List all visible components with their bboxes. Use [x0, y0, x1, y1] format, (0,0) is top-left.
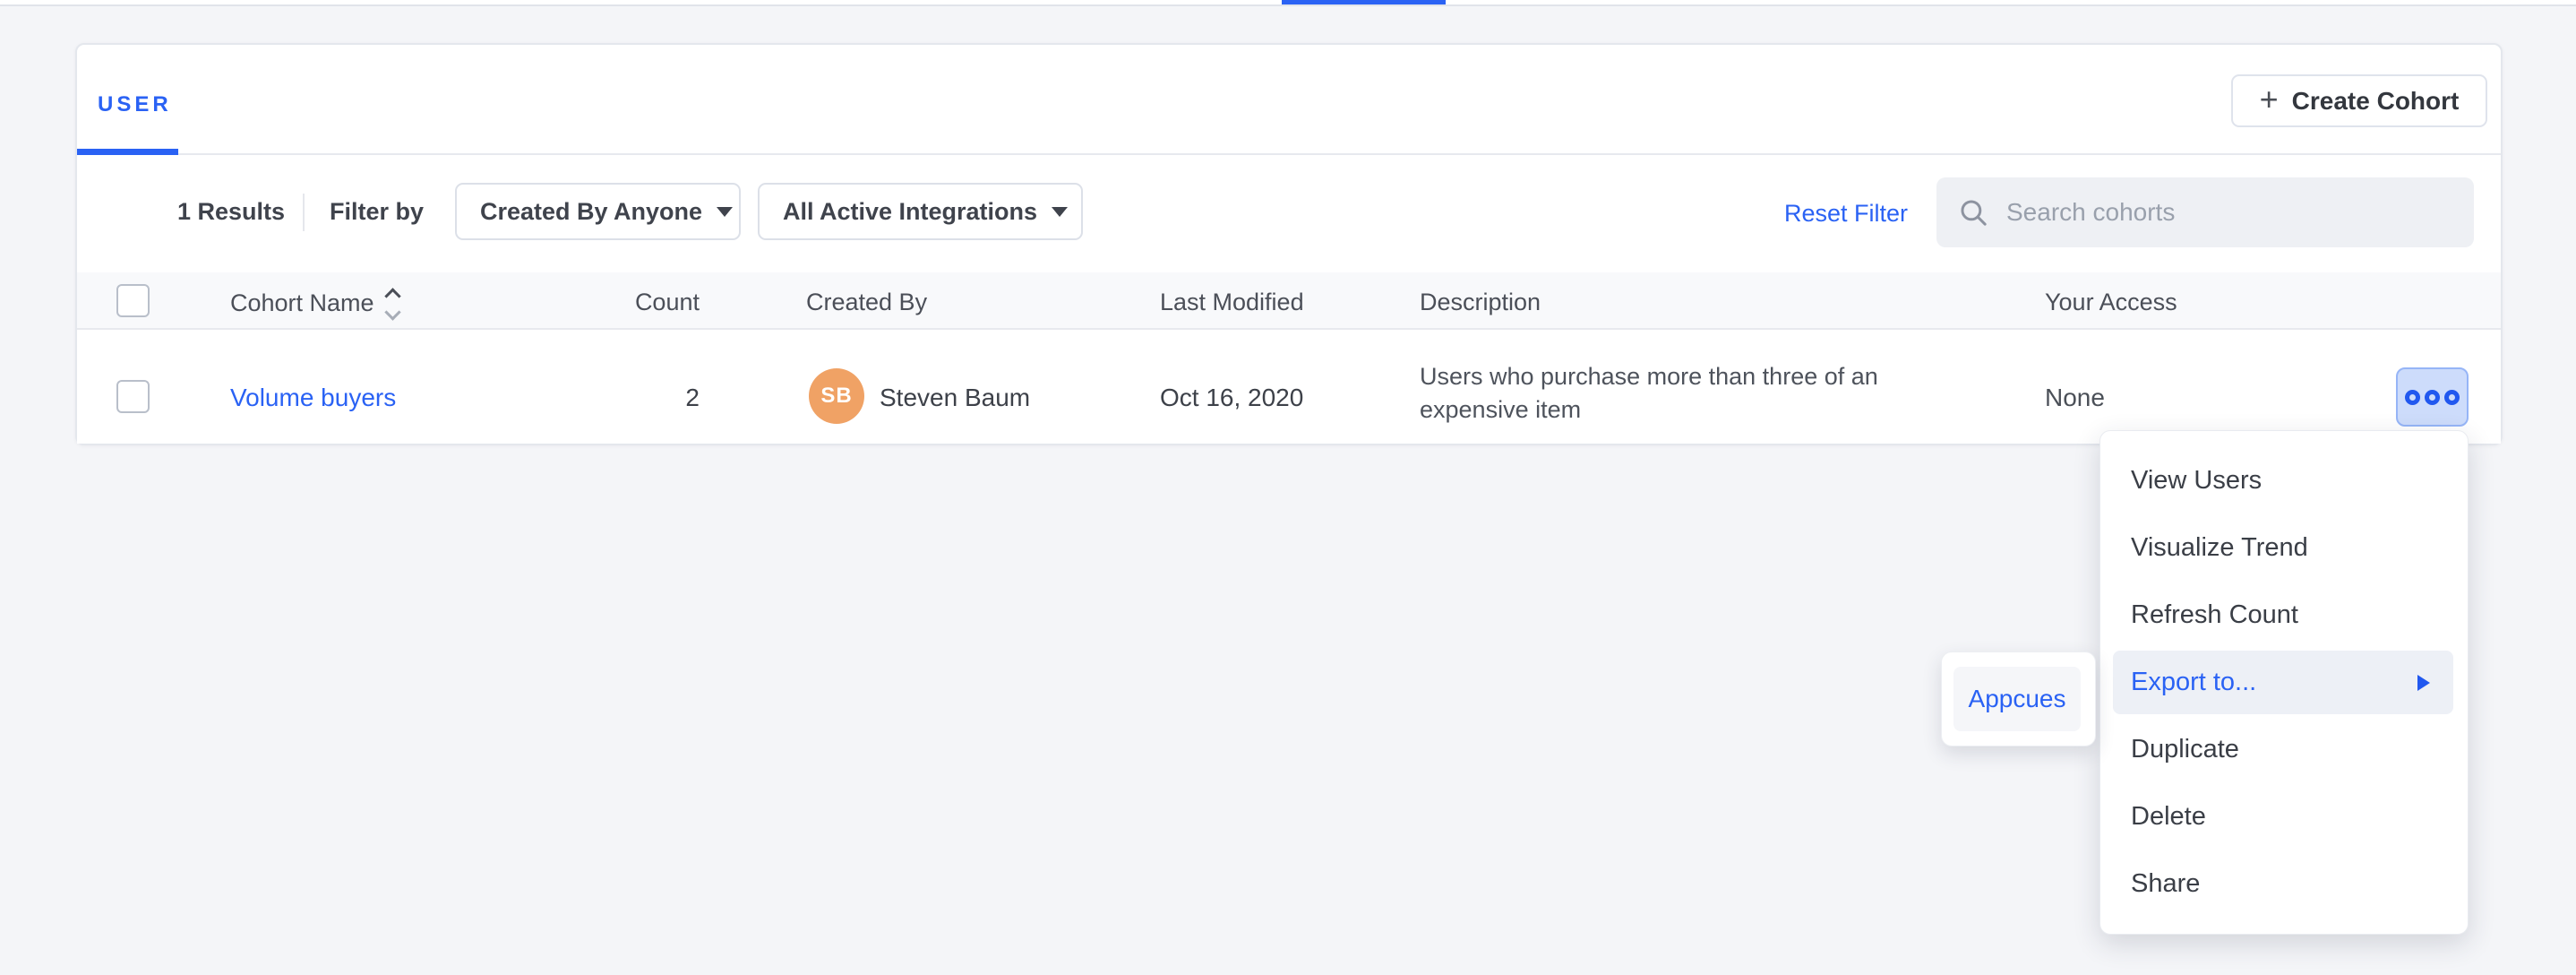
- plus-icon: +: [2260, 83, 2279, 116]
- sort-desc-chevron: [384, 304, 400, 320]
- menu-item-view-users[interactable]: View Users: [2100, 447, 2468, 514]
- more-icon: [2425, 390, 2440, 405]
- column-header-count: Count: [631, 289, 700, 316]
- avatar: SB: [809, 368, 864, 424]
- search-icon: [1958, 197, 1988, 228]
- more-icon: [2444, 390, 2460, 405]
- export-submenu: Appcues: [1941, 651, 2096, 746]
- tab-user-label: USER: [98, 92, 172, 117]
- description-line-1: Users who purchase more than three of an: [1420, 360, 1878, 393]
- last-modified-value: Oct 16, 2020: [1160, 383, 1303, 413]
- filter-divider: [303, 194, 305, 231]
- arrow-right-icon: [2417, 675, 2430, 691]
- description-line-2: expensive item: [1420, 393, 1878, 427]
- results-count: 1 Results: [177, 198, 285, 226]
- created-by-name: Steven Baum: [880, 383, 1030, 413]
- menu-item-visualize-trend[interactable]: Visualize Trend: [2100, 514, 2468, 582]
- search-input[interactable]: [2006, 198, 2454, 227]
- cohort-count-value: 2: [631, 383, 700, 413]
- select-all-checkbox[interactable]: [116, 284, 150, 317]
- column-header-created-by: Created By: [806, 289, 927, 316]
- menu-item-duplicate[interactable]: Duplicate: [2100, 716, 2468, 783]
- reset-filter-link[interactable]: Reset Filter: [1784, 200, 1908, 228]
- more-actions-button[interactable]: [2396, 367, 2469, 427]
- submenu-item-appcues[interactable]: Appcues: [1953, 667, 2081, 731]
- tab-user[interactable]: USER: [77, 45, 178, 155]
- chevron-down-icon: [1052, 207, 1068, 217]
- table-row: Volume buyers 2 SB Steven Baum Oct 16, 2…: [77, 330, 2501, 444]
- integrations-filter-dropdown[interactable]: All Active Integrations: [758, 183, 1083, 240]
- menu-item-delete[interactable]: Delete: [2100, 783, 2468, 850]
- menu-item-share[interactable]: Share: [2100, 850, 2468, 918]
- cohorts-card: USER + Create Cohort 1 Results Filter by…: [75, 43, 2503, 445]
- column-header-last-modified: Last Modified: [1160, 289, 1304, 316]
- avatar-initials: SB: [820, 384, 852, 409]
- access-value: None: [2045, 383, 2105, 413]
- search-box[interactable]: [1936, 177, 2474, 247]
- column-header-your-access: Your Access: [2045, 289, 2177, 316]
- created-by-filter-dropdown[interactable]: Created By Anyone: [455, 183, 741, 240]
- top-nav-border: [0, 4, 2576, 6]
- tab-active-underline: [77, 149, 178, 155]
- filter-by-label: Filter by: [330, 198, 424, 226]
- column-header-description: Description: [1420, 289, 1541, 316]
- column-header-cohort-name[interactable]: Cohort Name: [230, 289, 399, 318]
- row-actions-menu: View Users Visualize Trend Refresh Count…: [2099, 430, 2469, 935]
- create-cohort-label: Create Cohort: [2292, 87, 2460, 116]
- cohort-name-link[interactable]: Volume buyers: [230, 383, 396, 413]
- more-icon: [2405, 390, 2420, 405]
- create-cohort-button[interactable]: + Create Cohort: [2231, 74, 2487, 127]
- tab-bar: USER + Create Cohort: [77, 45, 2501, 155]
- created-by-filter-value: Created By Anyone: [480, 198, 702, 226]
- description-value: Users who purchase more than three of an…: [1420, 360, 1878, 427]
- integrations-filter-value: All Active Integrations: [783, 198, 1037, 226]
- menu-item-refresh-count[interactable]: Refresh Count: [2100, 582, 2468, 649]
- chevron-down-icon: [717, 207, 733, 217]
- sort-icon: [387, 290, 399, 318]
- table-header-row: Cohort Name Count Created By Last Modifi…: [77, 272, 2501, 330]
- cohort-name-header-label: Cohort Name: [230, 289, 374, 317]
- sort-asc-chevron: [384, 288, 400, 304]
- export-to-label: Export to...: [2131, 668, 2256, 697]
- menu-item-export-to[interactable]: Export to...: [2113, 651, 2453, 714]
- row-checkbox[interactable]: [116, 380, 150, 413]
